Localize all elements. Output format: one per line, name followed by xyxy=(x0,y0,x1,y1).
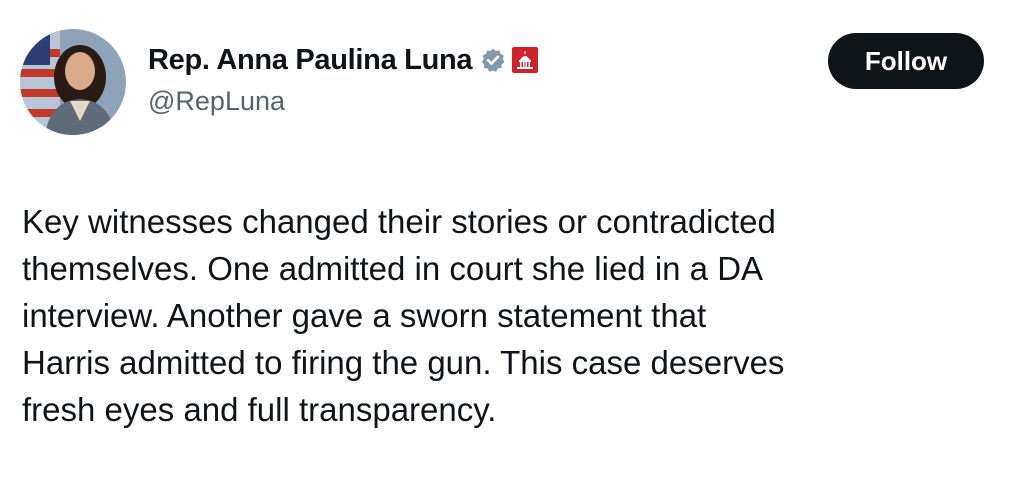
tweet-text: Key witnesses changed their stories or c… xyxy=(22,203,785,428)
author-display-name[interactable]: Rep. Anna Paulina Luna xyxy=(148,44,473,77)
verified-badge-icon[interactable] xyxy=(480,47,506,73)
avatar[interactable] xyxy=(20,29,126,135)
author-name-row: Rep. Anna Paulina Luna xyxy=(148,40,539,80)
follow-button[interactable]: Follow xyxy=(828,33,984,89)
tweet-card: Rep. Anna Paulina Luna @RepLuna Follow K… xyxy=(0,0,1024,499)
us-capitol-icon[interactable] xyxy=(512,47,539,73)
profile-photo-icon xyxy=(20,29,126,135)
author-handle[interactable]: @RepLuna xyxy=(148,86,285,117)
